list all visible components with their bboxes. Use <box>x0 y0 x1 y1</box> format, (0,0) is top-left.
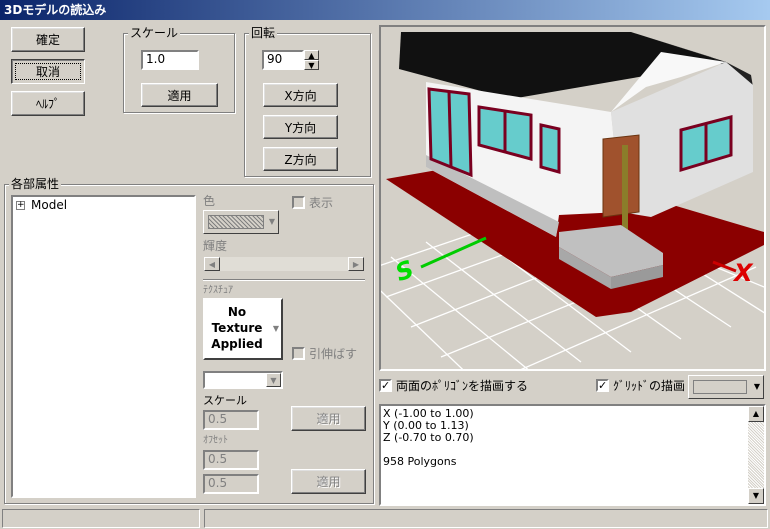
brightness-slider[interactable]: ◀ ▶ <box>203 256 365 272</box>
tex-scale-input[interactable]: 0.5 <box>203 410 259 430</box>
cancel-button[interactable]: 取消 <box>11 59 85 84</box>
grid-color-picker[interactable]: ▼ <box>688 375 764 399</box>
scale-apply-button[interactable]: 適用 <box>141 83 218 107</box>
status-pane-1 <box>2 509 200 528</box>
rotation-group-label: 回転 <box>249 26 278 40</box>
window-small <box>539 123 561 174</box>
backface-checkbox[interactable]: ✓ <box>379 379 392 392</box>
show-label: 表示 <box>309 196 334 210</box>
rotate-z-button[interactable]: Z方向 <box>263 147 338 171</box>
grid-label: ｸﾞﾘｯﾄﾞの描画 <box>613 379 686 393</box>
scroll-up-icon[interactable]: ▲ <box>748 406 764 422</box>
tree-item-model[interactable]: Model <box>31 198 67 212</box>
stretch-checkbox[interactable] <box>292 347 305 360</box>
window-title: 3Dモデルの読込み <box>0 0 770 20</box>
door <box>602 134 640 218</box>
status-pane-2 <box>204 509 768 528</box>
texture-select-arrow-icon[interactable]: ▼ <box>266 373 281 387</box>
scroll-right-icon[interactable]: ▶ <box>348 257 364 271</box>
model-info-textarea[interactable]: X (-1.00 to 1.00) Y (0.00 to 1.13) Z (-0… <box>379 404 766 506</box>
house-model-render <box>381 32 764 369</box>
offset-y-input[interactable]: 0.5 <box>203 474 259 494</box>
offset-x-input[interactable]: 0.5 <box>203 450 259 470</box>
grid-color-dropdown-icon: ▼ <box>753 382 760 391</box>
tex-scale-apply-button[interactable]: 適用 <box>291 406 366 431</box>
backface-label: 両面のﾎﾟﾘｺﾞﾝを描画する <box>396 379 529 393</box>
scroll-down-icon[interactable]: ▼ <box>748 488 764 504</box>
offset-label: ｵﾌｾｯﾄ <box>203 435 228 446</box>
tree-expand-icon[interactable]: + <box>16 201 25 210</box>
scale-input[interactable]: 1.0 <box>141 50 199 70</box>
attributes-group-label: 各部属性 <box>9 177 62 191</box>
info-z-range: Z (-0.70 to 0.70) <box>383 431 474 444</box>
color-label: 色 <box>203 194 216 208</box>
brightness-label: 輝度 <box>203 239 228 253</box>
color-picker[interactable]: ▼ <box>203 210 279 234</box>
rotation-input[interactable]: 90 <box>262 50 304 70</box>
rotate-y-button[interactable]: Y方向 <box>263 115 338 139</box>
texture-label: ﾃｸｽﾁｭｱ <box>203 285 233 296</box>
info-scrollbar[interactable]: ▲ ▼ <box>748 406 764 504</box>
ok-button[interactable]: 確定 <box>11 27 85 52</box>
scale-group-label: スケール <box>128 26 181 40</box>
tex-scale-label: スケール <box>203 394 247 407</box>
offset-apply-button[interactable]: 適用 <box>291 469 366 494</box>
grid-checkbox[interactable]: ✓ <box>596 379 609 392</box>
axis-x-label: X <box>734 259 753 287</box>
grid-color-swatch <box>693 380 747 394</box>
texture-dropdown-icon: ▼ <box>272 324 279 333</box>
dropdown-arrow-icon: ▼ <box>268 217 275 226</box>
show-checkbox[interactable] <box>292 196 305 209</box>
texture-preview[interactable]: No Texture Applied ▼ <box>203 298 283 360</box>
stretch-label: 引伸ばす <box>309 347 358 361</box>
rotation-spin-down-icon[interactable]: ▼ <box>304 60 319 70</box>
model-tree[interactable]: + Model <box>11 195 196 498</box>
scroll-left-icon[interactable]: ◀ <box>204 257 220 271</box>
divider <box>203 279 365 280</box>
texture-preview-text: No Texture Applied <box>211 305 263 351</box>
texture-select[interactable]: ▼ <box>203 371 283 389</box>
rotate-x-button[interactable]: X方向 <box>263 83 338 107</box>
color-swatch <box>208 215 264 229</box>
info-polygon-count: 958 Polygons <box>383 455 457 468</box>
help-button[interactable]: ﾍﾙﾌﾟ <box>11 91 85 116</box>
3d-viewport[interactable]: S X <box>379 25 766 371</box>
rotation-spin-up-icon[interactable]: ▲ <box>304 50 319 60</box>
